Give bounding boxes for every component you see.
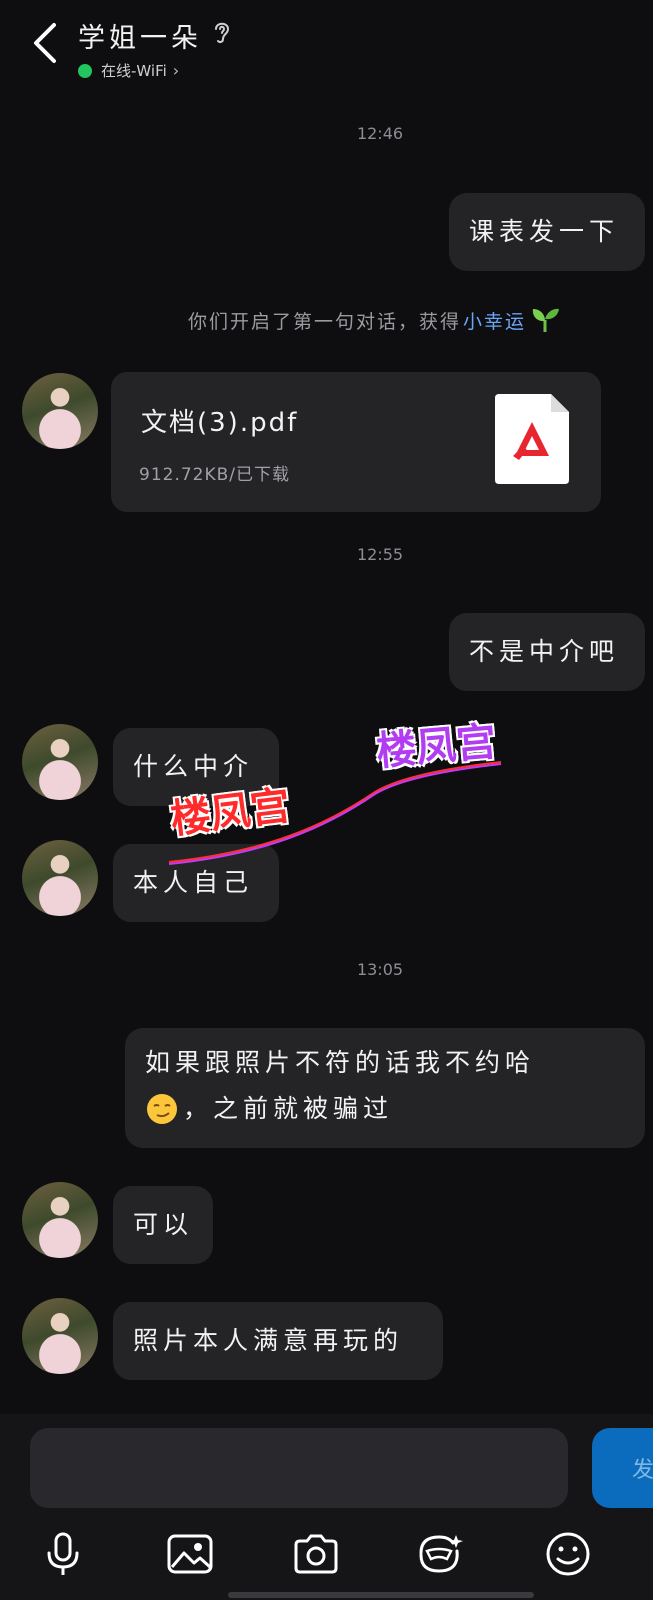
message-text-line: ，之前就被骗过 <box>145 1086 645 1132</box>
sticker-button[interactable] <box>410 1524 470 1584</box>
image-button[interactable] <box>160 1524 220 1584</box>
chat-header: 学姐一朵 在线-WiFi › <box>0 0 653 95</box>
message-bubble-outgoing[interactable]: 不是中介吧 <box>449 613 645 691</box>
avatar[interactable] <box>22 1182 98 1258</box>
system-message-text: 你们开启了第一句对话，获得 <box>188 310 462 333</box>
message-bubble-outgoing[interactable]: 课表发一下 <box>449 193 645 271</box>
back-button[interactable] <box>22 18 66 68</box>
smirk-emoji-icon <box>147 1094 177 1124</box>
online-dot-icon <box>78 63 92 78</box>
message-text: ，之前就被骗过 <box>183 1094 394 1123</box>
avatar[interactable] <box>22 840 98 916</box>
emoji-button[interactable] <box>538 1524 598 1584</box>
chevron-left-icon <box>34 23 56 63</box>
camera-icon <box>294 1534 338 1574</box>
file-name: 文档(3).pdf <box>141 408 299 438</box>
pdf-icon <box>495 394 569 484</box>
camera-button[interactable] <box>286 1524 346 1584</box>
message-text: 照片本人满意再玩的 <box>133 1326 404 1355</box>
message-text: 课表发一下 <box>469 217 620 246</box>
avatar[interactable] <box>22 373 98 449</box>
message-bubble-outgoing[interactable]: 如果跟照片不符的话我不约哈 ，之前就被骗过 <box>125 1028 645 1148</box>
message-text: 不是中介吧 <box>469 637 620 666</box>
watermark-text: 楼凤宫 <box>374 718 499 776</box>
message-text: 如果跟照片不符的话我不约哈 <box>145 1048 536 1077</box>
timestamp: 12:55 <box>356 545 404 564</box>
message-input[interactable] <box>30 1428 568 1508</box>
file-meta: 912.72KB/已下载 <box>139 465 291 485</box>
sprout-icon <box>532 308 560 332</box>
message-bubble-incoming[interactable]: 照片本人满意再玩的 <box>113 1302 443 1380</box>
send-label: 发 <box>632 1458 653 1483</box>
voice-button[interactable] <box>33 1524 93 1584</box>
message-text: 本人自己 <box>133 868 254 897</box>
sticker-icon <box>419 1535 463 1573</box>
chevron-right-icon: › <box>172 61 180 80</box>
file-message[interactable]: 文档(3).pdf 912.72KB/已下载 <box>111 372 601 512</box>
online-status[interactable]: 在线-WiFi › <box>78 60 179 81</box>
image-icon <box>167 1534 213 1574</box>
contact-name[interactable]: 学姐一朵 <box>78 16 202 55</box>
microphone-icon <box>47 1532 79 1575</box>
lucky-link[interactable]: 小幸运 <box>463 307 526 334</box>
status-text: 在线-WiFi <box>101 62 167 80</box>
smiley-icon <box>546 1532 590 1576</box>
timestamp: 13:05 <box>356 960 404 979</box>
message-bubble-incoming[interactable]: 可以 <box>113 1186 213 1264</box>
avatar[interactable] <box>22 724 98 800</box>
input-toolbar <box>0 1524 653 1584</box>
ear-icon[interactable] <box>212 19 232 45</box>
input-bar: 发 <box>0 1414 653 1600</box>
timestamp: 12:46 <box>356 124 404 143</box>
send-button[interactable]: 发 <box>592 1428 653 1508</box>
system-message: 你们开启了第一句对话，获得 小幸运 <box>188 306 560 334</box>
home-indicator <box>228 1592 534 1598</box>
avatar[interactable] <box>22 1298 98 1374</box>
message-text: 可以 <box>133 1210 194 1239</box>
